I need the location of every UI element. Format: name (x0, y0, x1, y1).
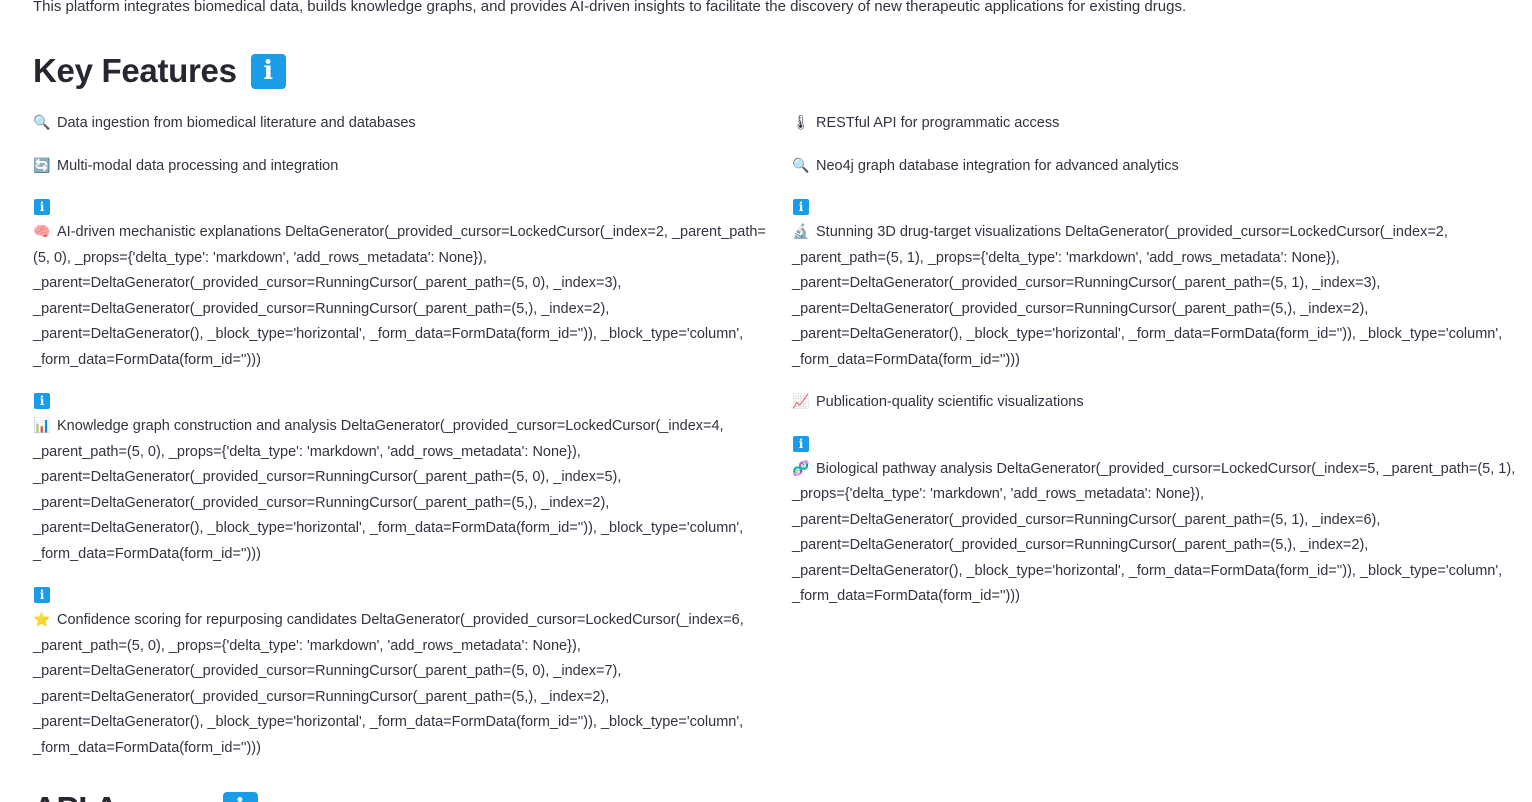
info-icon: i (250, 53, 286, 89)
magnifier-icon: 🔍 (792, 156, 810, 173)
section-title: API Access (33, 790, 209, 802)
feature-text: Biological pathway analysis DeltaGenerat… (792, 460, 1516, 605)
line-chart-icon: 📈 (792, 393, 810, 409)
brain-icon: 🧠 (33, 223, 51, 239)
intro-text: This platform integrates biomedical data… (33, 0, 1187, 15)
info-icon: i (222, 791, 258, 802)
feature-text: RESTful API for programmatic access (816, 115, 1060, 131)
star-icon: ⭐ (33, 611, 51, 627)
plug-icon: 🌡 (792, 114, 810, 130)
key-features-heading: Key Features i (33, 52, 286, 90)
feature-text: Knowledge graph construction and analysi… (33, 418, 744, 562)
feature-item: 🌡 RESTful API for programmatic access (792, 110, 1527, 137)
feature-item: 🔄 Multi-modal data processing and integra… (33, 153, 773, 180)
info-icon: i (34, 587, 50, 603)
feature-text: AI-driven mechanistic explanations Delta… (33, 224, 766, 368)
feature-text: Multi-modal data processing and integrat… (57, 157, 339, 174)
feature-item: i 🔬 Stunning 3D drug-target visualizations… (792, 195, 1527, 373)
feature-item: i 📊 Knowledge graph construction and analy… (33, 389, 773, 567)
api-access-heading: API Access i (33, 790, 258, 802)
feature-text: Confidence scoring for repurposing candi… (33, 612, 744, 756)
feature-item: i 🧠 AI-driven mechanistic explanations Del… (33, 195, 773, 373)
feature-text: Data ingestion from biomedical literatur… (57, 115, 416, 131)
feature-text: Neo4j graph database integration for adv… (816, 157, 1179, 174)
feature-text: Publication-quality scientific visualiza… (816, 394, 1084, 410)
feature-item: 📈 Publication-quality scientific visualiz… (792, 389, 1527, 416)
page-section-title: Key Features (33, 52, 237, 89)
feature-item: 🔍 Neo4j graph database integration for ad… (792, 153, 1527, 180)
bar-chart-icon: 📊 (33, 417, 51, 433)
dna-icon: 🧬 (792, 459, 810, 476)
info-icon: i (34, 393, 50, 409)
info-icon: i (793, 199, 809, 215)
info-icon: i (34, 199, 50, 215)
feature-item: i ⭐ Confidence scoring for repurposing can… (33, 583, 773, 761)
refresh-icon: 🔄 (33, 156, 51, 173)
info-icon: i (793, 435, 809, 452)
main-content: This platform integrates biomedical data… (0, 0, 1532, 802)
feature-item: i 🧬 Biological pathway analysis DeltaGener… (792, 432, 1527, 610)
feature-text: Stunning 3D drug-target visualizations D… (792, 224, 1503, 368)
features-column-left: 🔍 Data ingestion from biomedical literatu… (33, 110, 773, 777)
features-column-right: 🌡 RESTful API for programmatic access 🔍 Neo… (792, 110, 1527, 626)
microscope-icon: 🔬 (792, 223, 810, 239)
feature-item: 🔍 Data ingestion from biomedical literatu… (33, 110, 773, 137)
magnifier-icon: 🔍 (33, 114, 51, 130)
